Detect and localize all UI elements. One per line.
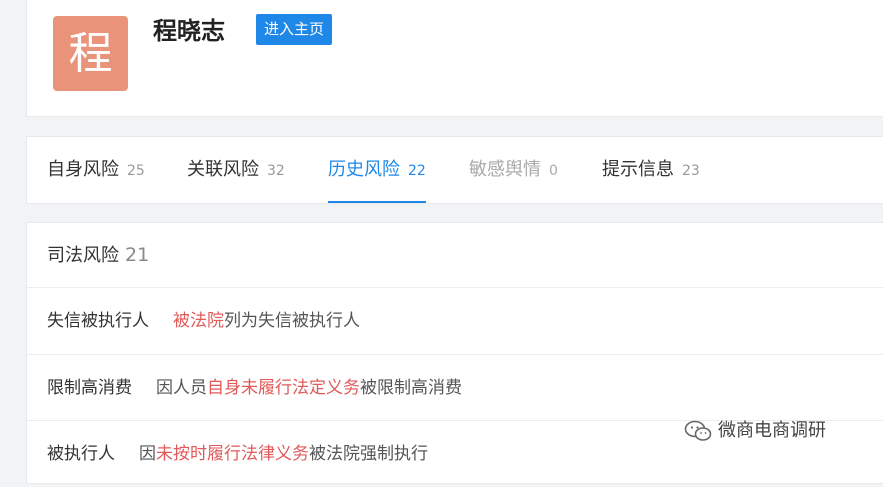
enter-homepage-button[interactable]: 进入主页 [256, 14, 333, 45]
risk-description: 因人员自身未履行法定义务被限制高消费 [156, 378, 462, 398]
risk-tabs: 自身风险 25 关联风险 32 历史风险 22 敏感舆情 0 提示信息 23 [26, 136, 883, 204]
tab-count: 32 [267, 163, 285, 179]
tab-count: 22 [408, 163, 426, 179]
watermark-text: 微商电商调研 [718, 420, 826, 441]
tab-count: 25 [127, 163, 145, 179]
tab-sensitive-opinion[interactable]: 敏感舆情 0 [469, 137, 558, 203]
tab-count: 0 [549, 163, 558, 179]
tab-related-risk[interactable]: 关联风险 32 [187, 137, 285, 203]
wechat-icon [684, 420, 712, 441]
watermark: 微商电商调研 [684, 416, 826, 446]
risk-description: 被法院列为失信被执行人 [173, 311, 360, 331]
tab-history-risk[interactable]: 历史风险 22 [328, 137, 426, 203]
avatar: 程 [53, 16, 128, 91]
risk-type-label: 限制高消费 [47, 378, 132, 398]
risk-type-label: 失信被执行人 [47, 311, 149, 331]
risk-type-label: 被执行人 [47, 444, 115, 464]
tab-count: 23 [682, 163, 700, 179]
profile-card: 程 程晓志 进入主页 [26, 0, 883, 117]
risk-description: 因未按时履行法律义务被法院强制执行 [139, 444, 428, 464]
tab-notice-info[interactable]: 提示信息 23 [602, 137, 700, 203]
section-count: 21 [125, 244, 150, 266]
section-title: 司法风险 21 [47, 244, 150, 266]
person-name: 程晓志 [153, 17, 225, 45]
list-item[interactable]: 失信被执行人 被法院列为失信被执行人 [47, 288, 360, 354]
list-item[interactable]: 限制高消费 因人员自身未履行法定义务被限制高消费 [47, 355, 462, 421]
tab-self-risk[interactable]: 自身风险 25 [47, 137, 145, 203]
list-item[interactable]: 被执行人 因未按时履行法律义务被法院强制执行 [47, 421, 428, 487]
